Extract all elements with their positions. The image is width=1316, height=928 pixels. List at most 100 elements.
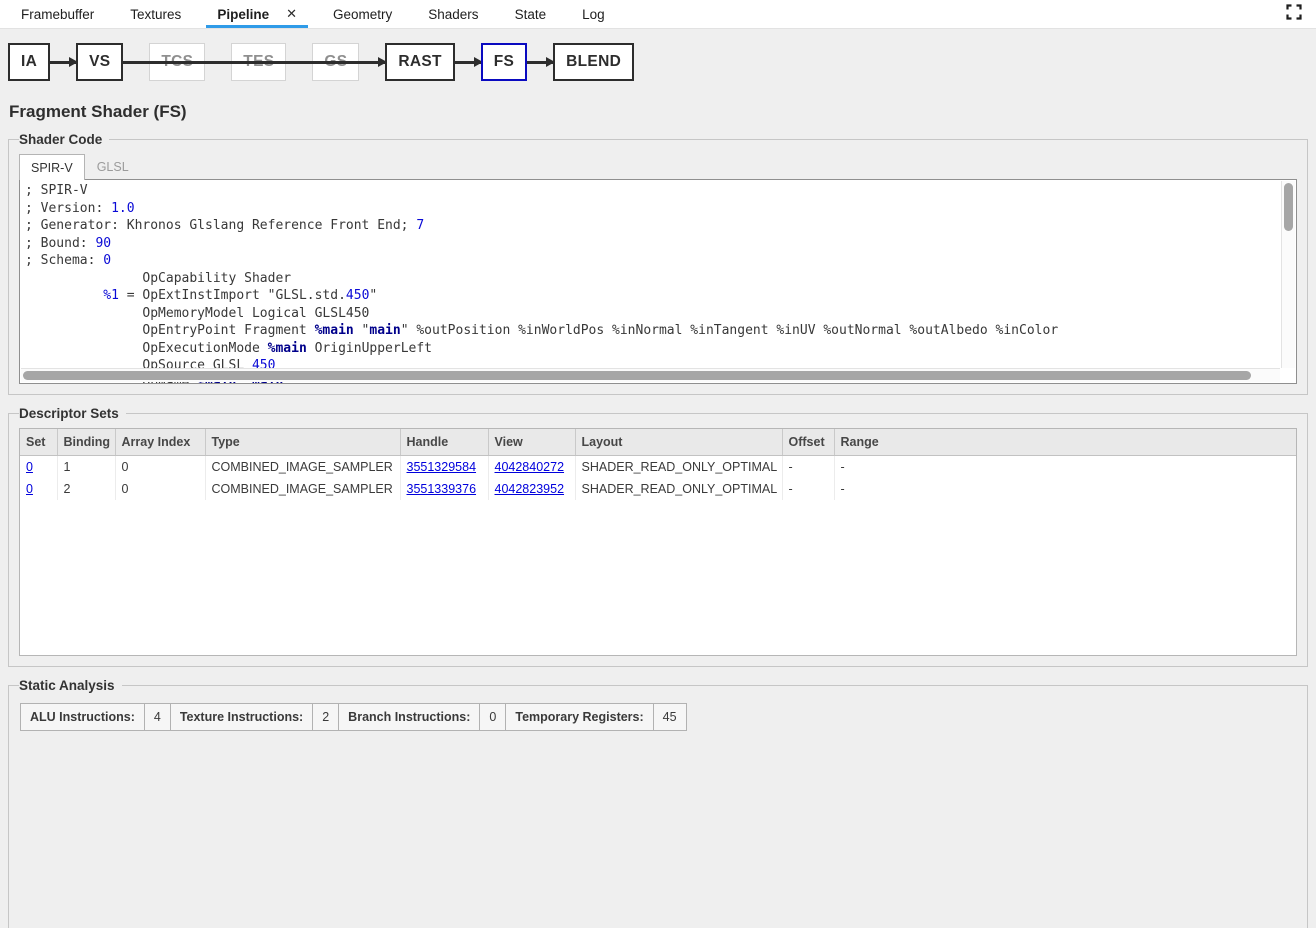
code-line: OpExecutionMode %main OriginUpperLeft <box>25 340 1296 358</box>
static-analysis-legend: Static Analysis <box>19 678 122 693</box>
table-cell: 3551339376 <box>400 478 488 500</box>
stage-ia[interactable]: IA <box>8 43 50 81</box>
flow-line <box>205 61 231 64</box>
table-cell: 2 <box>57 478 115 500</box>
column-header-type[interactable]: Type <box>205 429 400 456</box>
tab-label: Textures <box>130 7 181 22</box>
tab-label: Shaders <box>428 7 478 22</box>
fullscreen-button[interactable] <box>1272 0 1316 28</box>
tab-state[interactable]: State <box>497 0 565 28</box>
stage-tes[interactable]: TES <box>231 43 286 81</box>
tab-geometry[interactable]: Geometry <box>315 0 410 28</box>
tab-close-icon[interactable]: ✕ <box>286 6 297 22</box>
stat-label: Branch Instructions: <box>339 704 480 730</box>
column-header-view[interactable]: View <box>488 429 575 456</box>
stage-fs[interactable]: FS <box>481 43 527 81</box>
column-header-binding[interactable]: Binding <box>57 429 115 456</box>
stage-label: RAST <box>398 53 441 71</box>
app-window: Framebuffer Textures Pipeline ✕ Geometry Shad… <box>0 0 1316 928</box>
stat-label: Temporary Registers: <box>506 704 653 730</box>
code-line: %1 = OpExtInstImport "GLSL.std.450" <box>25 287 1296 305</box>
descriptor-sets-table-panel: SetBindingArray IndexTypeHandleViewLayou… <box>19 428 1297 656</box>
shader-code-editor[interactable]: ; SPIR-V; Version: 1.0; Generator: Khron… <box>19 179 1297 384</box>
stat-value: 4 <box>145 704 171 730</box>
vertical-scrollbar[interactable] <box>1281 181 1295 368</box>
stage-label: IA <box>21 53 37 71</box>
resource-link[interactable]: 0 <box>26 460 33 474</box>
table-cell: 3551329584 <box>400 456 488 479</box>
column-header-array-index[interactable]: Array Index <box>115 429 205 456</box>
top-tab-bar: Framebuffer Textures Pipeline ✕ Geometry Shad… <box>0 0 1316 29</box>
column-header-set[interactable]: Set <box>20 429 57 456</box>
tab-shaders[interactable]: Shaders <box>410 0 496 28</box>
resource-link[interactable]: 3551329584 <box>407 460 477 474</box>
table-cell: SHADER_READ_ONLY_OPTIMAL <box>575 478 782 500</box>
resource-link[interactable]: 3551339376 <box>407 482 477 496</box>
stage-blend[interactable]: BLEND <box>553 43 634 81</box>
flow-arrow <box>527 61 553 64</box>
resource-link[interactable]: 4042840272 <box>495 460 565 474</box>
flow-arrow <box>50 61 76 64</box>
table-cell: 0 <box>115 478 205 500</box>
shader-code-tabs: SPIR-VGLSL <box>19 154 1297 179</box>
pipeline-page: IAVSTCSTESGSRASTFSBLEND Fragment Shader … <box>0 29 1316 928</box>
tab-label: Geometry <box>333 7 392 22</box>
stage-rast[interactable]: RAST <box>385 43 454 81</box>
table-cell: 4042823952 <box>488 478 575 500</box>
table-cell: - <box>834 456 1296 479</box>
horizontal-scrollbar[interactable] <box>21 368 1280 382</box>
table-header-row: SetBindingArray IndexTypeHandleViewLayou… <box>20 429 1296 456</box>
tab-framebuffer[interactable]: Framebuffer <box>3 0 112 28</box>
column-header-layout[interactable]: Layout <box>575 429 782 456</box>
code-line: ; Bound: 90 <box>25 235 1296 253</box>
resource-link[interactable]: 4042823952 <box>495 482 565 496</box>
vertical-scrollbar-thumb[interactable] <box>1284 183 1293 231</box>
stage-vs[interactable]: VS <box>76 43 123 81</box>
code-line: ; Schema: 0 <box>25 252 1296 270</box>
code-tab-glsl[interactable]: GLSL <box>85 154 141 179</box>
tab-log[interactable]: Log <box>564 0 623 28</box>
descriptor-sets-table: SetBindingArray IndexTypeHandleViewLayou… <box>20 429 1296 500</box>
column-header-range[interactable]: Range <box>834 429 1296 456</box>
stage-label: BLEND <box>566 53 621 71</box>
stat-value: 45 <box>654 704 686 730</box>
stat-label: ALU Instructions: <box>21 704 145 730</box>
stage-tcs[interactable]: TCS <box>149 43 205 81</box>
tab-pipeline[interactable]: Pipeline ✕ <box>199 0 315 28</box>
code-line: OpEntryPoint Fragment %main "main" %outP… <box>25 322 1296 340</box>
stage-label: GS <box>324 53 347 71</box>
stage-label: VS <box>89 53 110 71</box>
stage-gs[interactable]: GS <box>312 43 359 81</box>
descriptor-sets-legend: Descriptor Sets <box>19 406 126 421</box>
table-cell: 0 <box>115 456 205 479</box>
table-cell: 4042840272 <box>488 456 575 479</box>
stage-label: FS <box>494 53 514 71</box>
code-line: OpMemoryModel Logical GLSL450 <box>25 305 1296 323</box>
resource-link[interactable]: 0 <box>26 482 33 496</box>
stat-value: 0 <box>480 704 506 730</box>
table-row: 010COMBINED_IMAGE_SAMPLER355132958440428… <box>20 456 1296 479</box>
stat-label: Texture Instructions: <box>171 704 313 730</box>
static-analysis-body: ALU Instructions:4Texture Instructions:2… <box>19 700 1297 925</box>
code-line: ; Generator: Khronos Glslang Reference F… <box>25 217 1296 235</box>
tab-label: Pipeline <box>217 7 269 22</box>
shader-code-section: Shader Code SPIR-VGLSL ; SPIR-V; Version… <box>8 132 1308 395</box>
code-line: ; Version: 1.0 <box>25 200 1296 218</box>
column-header-offset[interactable]: Offset <box>782 429 834 456</box>
table-cell: SHADER_READ_ONLY_OPTIMAL <box>575 456 782 479</box>
table-cell: COMBINED_IMAGE_SAMPLER <box>205 478 400 500</box>
stat-value: 2 <box>313 704 339 730</box>
code-line: ; SPIR-V <box>25 182 1296 200</box>
tab-textures[interactable]: Textures <box>112 0 199 28</box>
table-row: 020COMBINED_IMAGE_SAMPLER355133937640428… <box>20 478 1296 500</box>
static-analysis-stats: ALU Instructions:4Texture Instructions:2… <box>20 703 687 731</box>
column-header-handle[interactable]: Handle <box>400 429 488 456</box>
flow-line <box>123 61 149 64</box>
horizontal-scrollbar-thumb[interactable] <box>23 371 1251 380</box>
code-tab-spir-v[interactable]: SPIR-V <box>19 154 85 180</box>
spirv-disassembly: ; SPIR-V; Version: 1.0; Generator: Khron… <box>20 180 1296 384</box>
tab-label: Log <box>582 7 605 22</box>
code-line: OpCapability Shader <box>25 270 1296 288</box>
pipeline-flow-diagram: IA VS TCS TES GS RAST FS BLEND <box>0 29 1316 95</box>
flow-line <box>286 61 312 64</box>
